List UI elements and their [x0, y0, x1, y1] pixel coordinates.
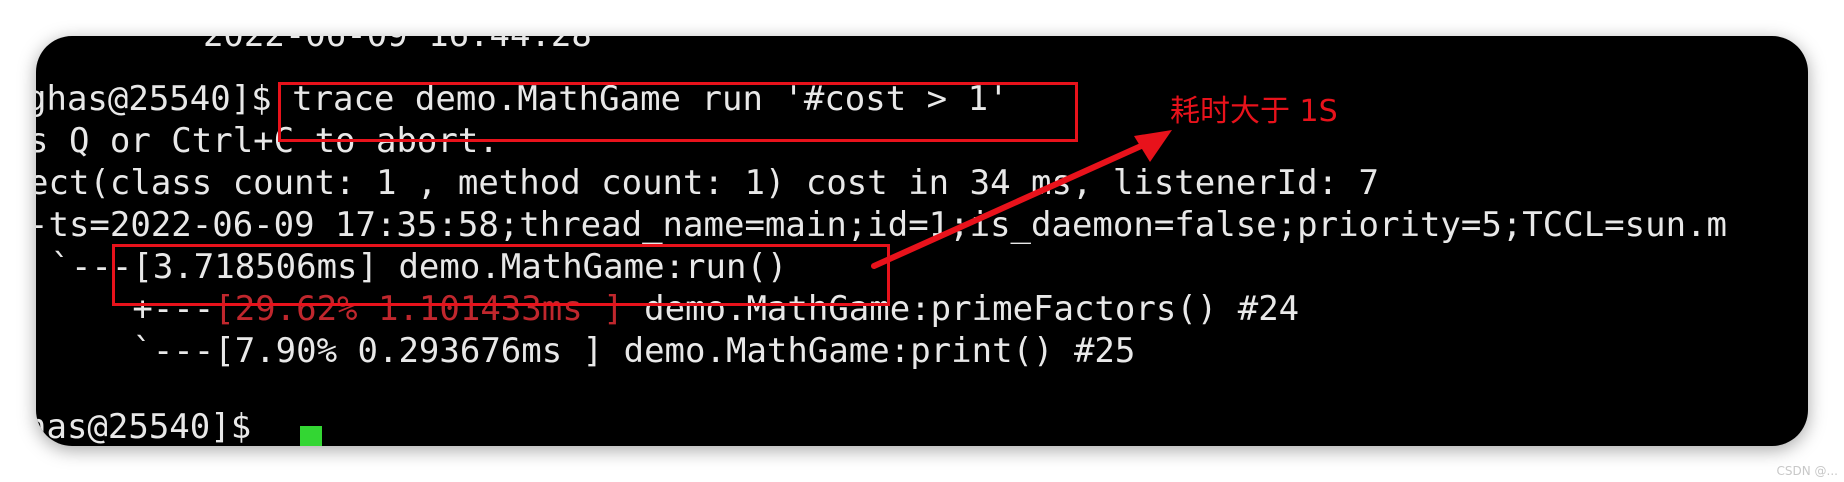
terminal-line-thread-info: -ts=2022-06-09 17:35:58;thread_name=main… [36, 205, 1727, 245]
command-highlight-box [278, 82, 1078, 142]
terminal-line-trace-print: `---[7.90% 0.293676ms ] demo.MathGame:pr… [36, 331, 1136, 371]
terminal-line-prompt: has@25540]$ [36, 407, 272, 446]
watermark: CSDN @... [1776, 464, 1838, 478]
terminal-line-timestamp: 2022-06-09 16:44:28 [162, 36, 592, 56]
terminal-line-affect-info: ect(class count: 1 , method count: 1) co… [36, 163, 1380, 203]
trace-root-highlight-box [112, 244, 890, 306]
terminal-cursor [300, 426, 322, 446]
annotation-label: 耗时大于 1S [1170, 94, 1338, 129]
